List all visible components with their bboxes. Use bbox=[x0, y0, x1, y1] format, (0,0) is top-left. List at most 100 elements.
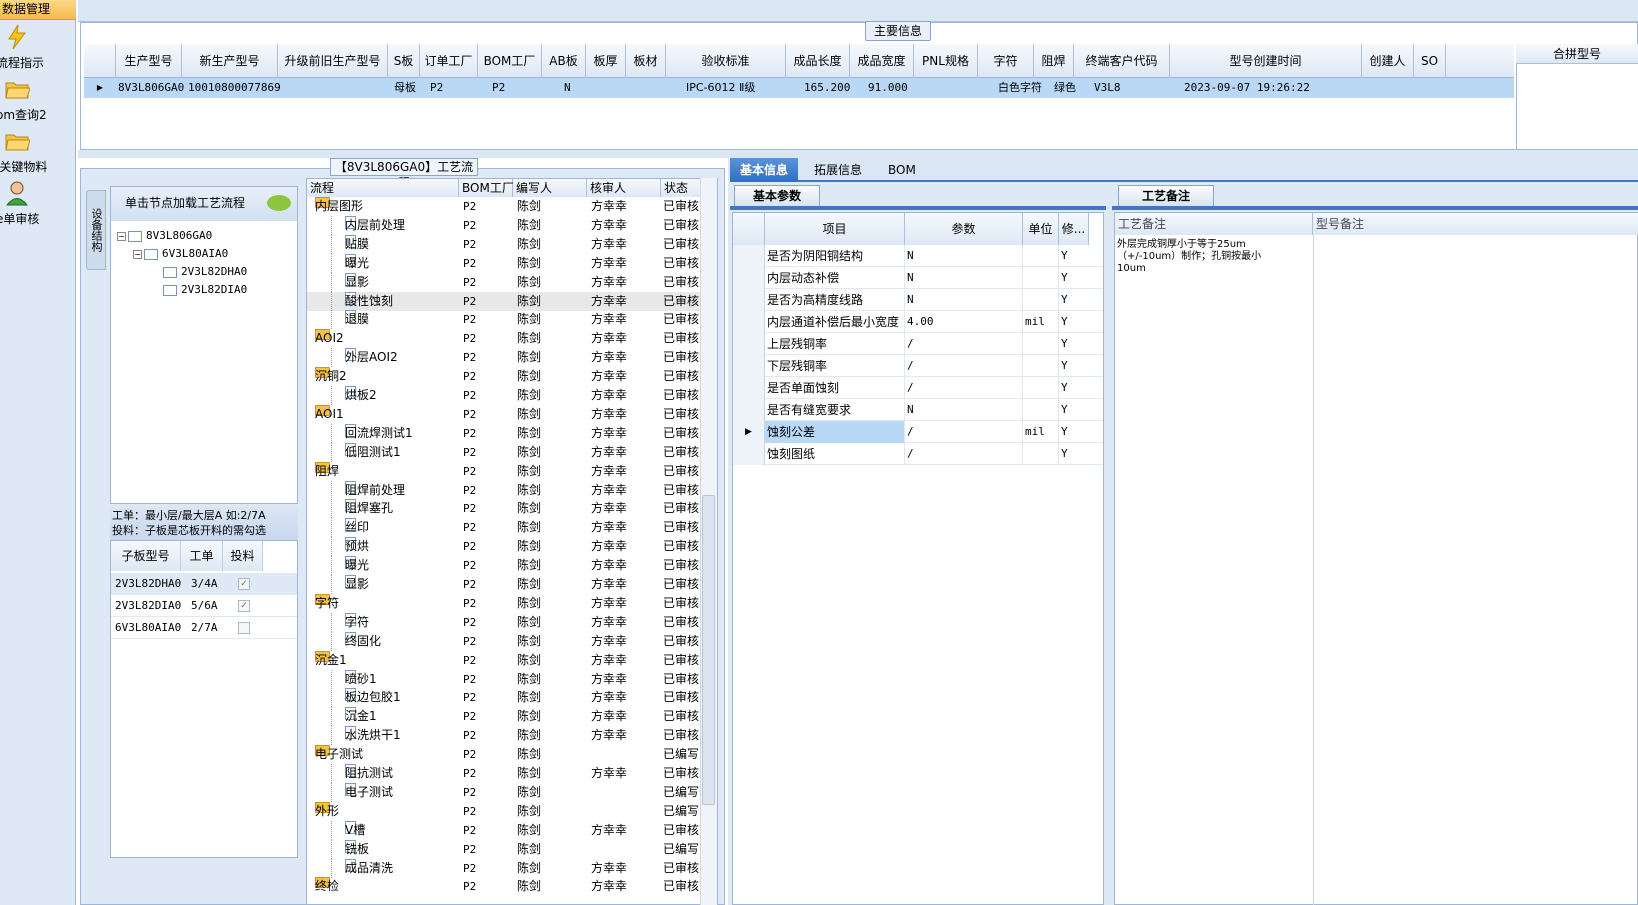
col-header[interactable]: AB板 bbox=[542, 44, 586, 78]
flow-row[interactable]: 阻抗测试 P2 陈剑 方幸幸 已审核 bbox=[307, 764, 702, 783]
col-header[interactable]: 成品长度 bbox=[786, 44, 850, 78]
sub-board-row[interactable]: 6V3L80AIA0 2/7A bbox=[111, 617, 297, 639]
col-header[interactable]: S板 bbox=[388, 44, 420, 78]
process-remark-text[interactable]: 外层完成铜厚小于等于25um （+/-10um）制作；孔铜按最小 10um bbox=[1117, 239, 1297, 275]
flow-row[interactable]: 丝印 P2 陈剑 方幸幸 已审核 bbox=[307, 518, 702, 538]
flow-row[interactable]: 字符 P2 陈剑 方幸幸 已审核 bbox=[307, 612, 702, 632]
col-header[interactable]: 新生产型号 bbox=[182, 44, 278, 78]
tree-node[interactable]: 2V3L82DIA0 bbox=[117, 281, 297, 299]
param-value[interactable]: N bbox=[905, 289, 1023, 311]
col-header[interactable]: 生产型号 bbox=[116, 44, 182, 78]
flow-row[interactable]: 板边包胶1 P2 陈剑 方幸幸 已审核 bbox=[307, 688, 702, 708]
nav-item-bom-query[interactable]: om查询2 bbox=[0, 76, 76, 124]
flow-row[interactable]: −沉金1P2陈剑方幸幸已审核 bbox=[307, 650, 702, 670]
col-header[interactable]: 型号创建时间 bbox=[1170, 44, 1362, 78]
param-row[interactable]: 下层残铜率 / Y bbox=[733, 355, 1103, 377]
col-header[interactable]: 升级前旧生产型号 bbox=[278, 44, 388, 78]
side-tab-structure[interactable]: 设备结构 bbox=[86, 190, 106, 270]
tab-bom[interactable]: BOM bbox=[878, 158, 926, 182]
collapse-icon[interactable]: − bbox=[117, 231, 126, 241]
flow-row[interactable]: −AOI1P2陈剑方幸幸已审核 bbox=[307, 404, 702, 424]
flow-row[interactable]: −终检P2陈剑方幸幸已审核 bbox=[307, 877, 702, 896]
param-row[interactable]: 内层通道补偿后最小宽度 4.00 mil Y bbox=[733, 311, 1103, 333]
col-header[interactable]: 阻焊 bbox=[1034, 44, 1074, 78]
flow-row[interactable]: 阻焊塞孔 P2 陈剑 方幸幸 已审核 bbox=[307, 499, 702, 519]
flow-row[interactable]: 成品清洗 P2 陈剑 方幸幸 已审核 bbox=[307, 858, 702, 878]
param-row[interactable]: 内层动态补偿 N Y bbox=[733, 267, 1103, 289]
flow-row[interactable]: 终固化 P2 陈剑 方幸幸 已审核 bbox=[307, 631, 702, 651]
col-header[interactable]: BOM工厂 bbox=[478, 44, 542, 78]
flow-row[interactable]: 显影 P2 陈剑 方幸幸 已审核 bbox=[307, 575, 702, 594]
param-value[interactable]: N bbox=[905, 245, 1023, 267]
flow-row[interactable]: −外形P2陈剑已编写 bbox=[307, 801, 702, 821]
sub-board-row[interactable]: 2V3L82DIA0 5/6A ✓ bbox=[111, 595, 297, 617]
tree-node[interactable]: 2V3L82DHA0 bbox=[117, 263, 297, 281]
flow-row[interactable]: 沉金1 P2 陈剑 方幸幸 已审核 bbox=[307, 707, 702, 727]
flow-row[interactable]: V槽 P2 陈剑 方幸幸 已审核 bbox=[307, 820, 702, 840]
nav-item-review[interactable]: e单审核 bbox=[0, 180, 76, 228]
col-header[interactable]: 订单工厂 bbox=[420, 44, 478, 78]
collapse-icon[interactable]: − bbox=[133, 249, 142, 259]
splitter-handle[interactable] bbox=[78, 150, 1638, 158]
flow-row[interactable]: −沉铜2P2陈剑方幸幸已审核 bbox=[307, 367, 702, 386]
feed-checkbox[interactable] bbox=[238, 622, 250, 634]
param-row[interactable]: 是否为阴阳铜结构 N Y bbox=[733, 245, 1103, 267]
tab-basic-info[interactable]: 基本信息 bbox=[730, 158, 799, 182]
tab-extended-info[interactable]: 拓展信息 bbox=[804, 158, 872, 182]
col-header[interactable]: 投料 bbox=[223, 541, 263, 571]
param-value[interactable]: N bbox=[905, 399, 1023, 421]
param-value[interactable]: / bbox=[905, 377, 1023, 399]
flow-row[interactable]: 喷砂1 P2 陈剑 方幸幸 已审核 bbox=[307, 669, 702, 689]
flow-row[interactable]: 铣板 P2 陈剑 已编写 bbox=[307, 839, 702, 859]
flow-row[interactable]: −阻焊P2陈剑方幸幸已审核 bbox=[307, 461, 702, 481]
flow-row[interactable]: 烘板2 P2 陈剑 方幸幸 已审核 bbox=[307, 386, 702, 405]
flow-row[interactable]: 水洗烘干1 P2 陈剑 方幸幸 已审核 bbox=[307, 726, 702, 746]
col-header[interactable]: 状态 bbox=[661, 179, 702, 197]
nav-item-flow[interactable]: 流程指示 bbox=[0, 24, 76, 72]
flow-row[interactable]: −内层图形P2陈剑方幸幸已审核 bbox=[307, 197, 702, 216]
sub-board-row[interactable]: 2V3L82DHA0 3/4A ✓ bbox=[111, 573, 297, 595]
flow-row[interactable]: −AOI2P2陈剑方幸幸已审核 bbox=[307, 329, 702, 348]
param-row[interactable]: 是否为高精度线路 N Y bbox=[733, 289, 1103, 311]
flow-row[interactable]: 外层AOI2 P2 陈剑 方幸幸 已审核 bbox=[307, 348, 702, 368]
param-value[interactable]: / bbox=[905, 443, 1023, 465]
col-header[interactable]: 编写人 bbox=[513, 179, 587, 197]
flow-row[interactable]: 酸性蚀刻 P2 陈剑 方幸幸 已审核 bbox=[307, 291, 702, 311]
param-row[interactable]: 上层残铜率 / Y bbox=[733, 333, 1103, 355]
col-header[interactable]: 成品宽度 bbox=[850, 44, 914, 78]
col-header[interactable]: 项目 bbox=[765, 213, 905, 245]
param-value[interactable]: N bbox=[905, 267, 1023, 289]
tree-node[interactable]: − 8V3L806GA0 bbox=[117, 227, 297, 245]
col-header[interactable]: 单位 bbox=[1023, 213, 1059, 245]
flow-scrollbar-thumb[interactable] bbox=[702, 495, 715, 805]
param-row[interactable]: ▶ 蚀刻公差 / mil Y bbox=[733, 421, 1103, 443]
flow-row[interactable]: 显影 P2 陈剑 方幸幸 已审核 bbox=[307, 272, 702, 292]
param-value[interactable]: / bbox=[905, 355, 1023, 377]
main-grid-row[interactable]: ▶ 8V3L806GA0 10010800077869 母板 P2 P2 N I… bbox=[84, 78, 1514, 98]
col-header[interactable]: 流程 bbox=[307, 179, 459, 197]
col-header[interactable]: 创建人 bbox=[1362, 44, 1414, 78]
col-header[interactable]: 工单 bbox=[181, 541, 223, 571]
col-header[interactable]: PNL规格 bbox=[914, 44, 978, 78]
feed-checkbox[interactable]: ✓ bbox=[238, 578, 250, 590]
param-value[interactable]: 4.00 bbox=[905, 311, 1023, 333]
col-header[interactable]: 子板型号 bbox=[111, 541, 181, 571]
param-row[interactable]: 是否有缝宽要求 N Y bbox=[733, 399, 1103, 421]
param-value[interactable]: / bbox=[905, 333, 1023, 355]
feed-checkbox[interactable]: ✓ bbox=[238, 600, 250, 612]
col-header[interactable]: 终端客户代码 bbox=[1074, 44, 1170, 78]
flow-row[interactable]: 退膜 P2 陈剑 方幸幸 已审核 bbox=[307, 310, 702, 330]
col-header[interactable]: 字符 bbox=[978, 44, 1034, 78]
tree-node[interactable]: − 6V3L80AIA0 bbox=[117, 245, 297, 263]
col-header[interactable]: 板材 bbox=[626, 44, 666, 78]
flow-row[interactable]: 阻焊前处理 P2 陈剑 方幸幸 已审核 bbox=[307, 480, 702, 500]
flow-row[interactable]: 回流焊测试1 P2 陈剑 方幸幸 已审核 bbox=[307, 423, 702, 443]
col-header[interactable]: 核审人 bbox=[587, 179, 661, 197]
flow-row[interactable]: 曝光 P2 陈剑 方幸幸 已审核 bbox=[307, 556, 702, 576]
nav-item-key-material[interactable]: i关键物料 bbox=[0, 128, 76, 176]
flow-row[interactable]: 电子测试 P2 陈剑 已编写 bbox=[307, 782, 702, 802]
flow-row[interactable]: 曝光 P2 陈剑 方幸幸 已审核 bbox=[307, 253, 702, 273]
col-header[interactable]: 验收标准 bbox=[666, 44, 786, 78]
flow-row[interactable]: −字符P2陈剑方幸幸已审核 bbox=[307, 593, 702, 613]
flow-row[interactable]: −电子测试P2陈剑已编写 bbox=[307, 745, 702, 764]
